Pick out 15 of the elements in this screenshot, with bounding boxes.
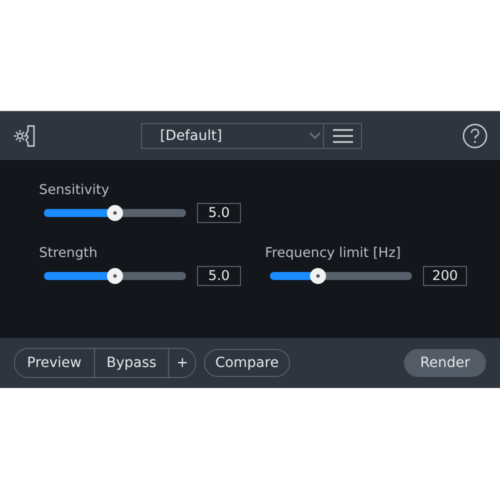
slider-thumb[interactable]	[107, 205, 123, 221]
control-label: Strength	[39, 245, 98, 261]
control-label: Frequency limit [Hz]	[265, 245, 402, 261]
value-field[interactable]: 5.0	[197, 203, 241, 223]
value-field[interactable]: 200	[423, 266, 467, 286]
value-field[interactable]: 5.0	[197, 266, 241, 286]
slider-thumb[interactable]	[107, 268, 123, 284]
control-label: Sensitivity	[39, 182, 110, 198]
add-button[interactable]: +	[168, 349, 196, 377]
render-button[interactable]: Render	[404, 349, 486, 377]
menu-icon	[332, 129, 352, 143]
help-icon[interactable]	[462, 123, 488, 149]
slider-thumb[interactable]	[310, 268, 326, 284]
compare-button[interactable]: Compare	[204, 349, 290, 377]
chevron-down-icon	[309, 132, 321, 140]
